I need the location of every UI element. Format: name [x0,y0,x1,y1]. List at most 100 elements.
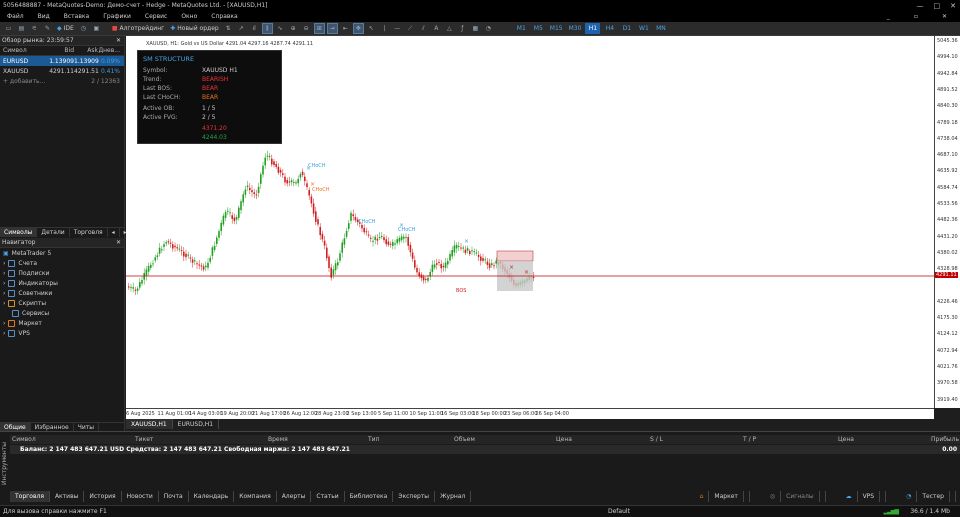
line-chart-icon[interactable]: ∿ [275,23,286,34]
tf-h4[interactable]: H4 [602,23,617,34]
col-daily[interactable]: Днев... [98,47,122,54]
minimize-button[interactable]: — [917,2,924,10]
child-close-button[interactable]: ✕ [935,13,954,20]
col-symbol[interactable]: Символ [12,436,36,443]
menu-tools[interactable]: Сервис [138,13,174,20]
channel-icon[interactable]: ⫽ [418,23,429,34]
profiles-icon[interactable]: ▤ [16,23,27,34]
zoom-out-icon[interactable]: ⊖ [301,23,312,34]
market-watch-icon[interactable]: ⚟ [29,23,40,34]
template-icon[interactable]: ▦ [470,23,481,34]
market-link[interactable]: ⌂ Маркет [690,490,750,502]
navigator-icon[interactable]: ✎ [42,23,53,34]
nav-root[interactable]: ▣ MetaTrader 5 [0,248,124,258]
autoscroll-icon[interactable]: ⇥ [326,23,338,34]
expand-icon[interactable]: › [3,290,5,297]
indicators-icon[interactable]: ƒ [457,23,468,34]
toolbox-side-label[interactable]: Инструменты [0,434,9,494]
profile-name[interactable]: Default [608,508,630,515]
nav-services[interactable]: Сервисы [0,308,124,318]
ide-button[interactable]: ◆ IDE [55,23,76,34]
tab-journal[interactable]: Журнал [435,490,472,502]
tester-icon[interactable]: ▣ [91,23,102,34]
vertical-line-icon[interactable]: | [379,23,390,34]
tab-code-base[interactable]: Библиотека [345,490,394,502]
col-tp[interactable]: T / P [743,436,756,443]
add-symbol-link[interactable]: + добавить... [0,78,72,85]
expand-icon[interactable]: › [3,330,5,337]
tab-experts[interactable]: Эксперты [393,490,436,502]
nav-vps[interactable]: › VPS [0,328,124,338]
expand-icon[interactable]: › [3,300,5,307]
maximize-button[interactable]: □ [934,2,941,10]
tab-calendar[interactable]: Календарь [189,490,235,502]
horizontal-line-icon[interactable]: — [392,23,403,34]
close-button[interactable]: ✕ [950,2,956,10]
menu-view[interactable]: Вид [31,13,57,20]
tab-symbols[interactable]: Символы [0,227,38,237]
tab-eurusd-h1[interactable]: EURUSD,H1 [173,419,220,429]
expand-icon[interactable]: › [3,320,5,327]
tf-m30[interactable]: M30 [567,23,584,34]
candle-chart-icon[interactable]: ⫼ [261,23,273,34]
period-icon[interactable]: ◔ [483,23,494,34]
tf-m1[interactable]: M1 [514,23,529,34]
menu-help[interactable]: Справка [204,13,244,20]
nav-accounts[interactable]: › Счета [0,258,124,268]
vps-link[interactable]: ☁ VPS [836,490,887,502]
trade-icon[interactable]: ⇅ [223,23,234,34]
tf-h1[interactable]: H1 [585,23,601,34]
tab-articles[interactable]: Статьи [311,490,345,502]
nav-indicators[interactable]: › Индикаторы [0,278,124,288]
new-chart-icon[interactable]: ▭ [3,23,14,34]
menu-file[interactable]: Файл [0,13,31,20]
history-icon[interactable]: ◷ [78,23,89,34]
tf-m15[interactable]: M15 [548,23,565,34]
tf-w1[interactable]: W1 [636,23,651,34]
zoom-in-icon[interactable]: ⊕ [288,23,299,34]
tab-company[interactable]: Компания [234,490,277,502]
trendline-icon[interactable]: ⟋ [405,23,416,34]
expand-icon[interactable]: › [3,260,5,267]
tab-exposure[interactable]: Активы [50,490,85,502]
grid-icon[interactable]: ⊞ [313,23,325,34]
child-restore-button[interactable]: ▫ [907,13,925,20]
col-current-price[interactable]: Цена [838,436,854,443]
menu-charts[interactable]: Графики [96,13,138,20]
chart-shift-icon[interactable]: ⇤ [340,23,351,34]
algo-trading-button[interactable]: ■ Алготрейдинг [110,23,166,34]
close-icon[interactable]: ✕ [116,37,121,44]
chart-up-icon[interactable]: ↗ [236,23,247,34]
cursor-icon[interactable]: ↖ [366,23,377,34]
col-type[interactable]: Тип [368,436,380,443]
child-minimize-button[interactable]: _ [880,13,897,20]
new-order-button[interactable]: ✚ Новый ордер [168,23,220,34]
bar-chart-icon[interactable]: ıl [249,23,260,34]
balance-row[interactable]: Баланс: 2 147 483 647.21 USD Средства: 2… [10,445,960,454]
price-chart[interactable]: XAUUSD, H1: Gold vs US Dollar 4291.04 42… [126,36,934,408]
tab-xauusd-h1[interactable]: XAUUSD,H1 [126,419,173,429]
col-symbol[interactable]: Символ [0,47,48,54]
expand-icon[interactable]: › [3,280,5,287]
tf-d1[interactable]: D1 [619,23,634,34]
tf-m5[interactable]: M5 [531,23,546,34]
col-volume[interactable]: Объем [454,436,475,443]
crosshair-icon[interactable]: ✥ [352,23,364,34]
tester-link[interactable]: ◔ Тестер [896,490,956,502]
col-ask[interactable]: Ask [74,47,98,54]
menu-window[interactable]: Окно [174,13,204,20]
tab-news[interactable]: Новости [122,490,159,502]
nav-subscriptions[interactable]: › Подписки [0,268,124,278]
connection-icon[interactable]: ▂▃▅▆ [884,508,900,515]
scroll-left-icon[interactable]: ◂ [108,227,120,237]
price-axis[interactable]: 5045.36 4994.10 4942.84 4891.52 4840.30 4789.… [934,36,960,408]
tab-trading[interactable]: Торговля [70,227,108,237]
tab-history[interactable]: История [84,490,122,502]
nav-experts[interactable]: › Советники [0,288,124,298]
nav-market[interactable]: › Маркет [0,318,124,328]
tab-details[interactable]: Детали [37,227,70,237]
shapes-icon[interactable]: △ [444,23,455,34]
menu-insert[interactable]: Вставка [57,13,96,20]
tf-mn[interactable]: MN [653,23,668,34]
col-bid[interactable]: Bid [48,47,74,54]
